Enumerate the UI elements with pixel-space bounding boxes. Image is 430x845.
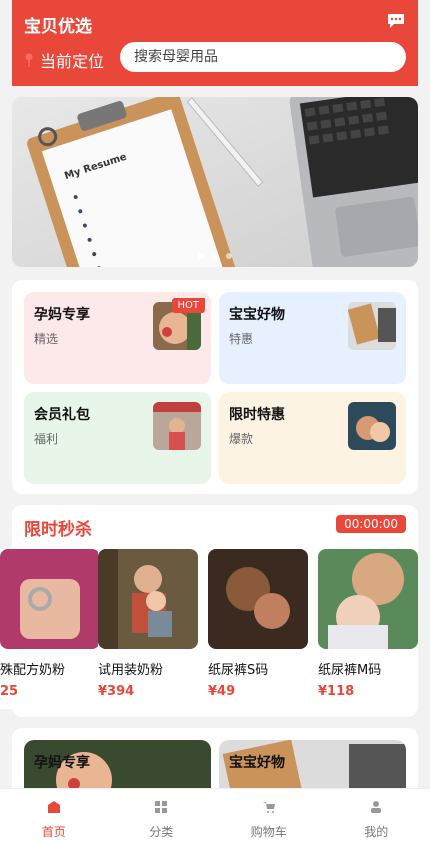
category-grid: 孕妈专享 精选 HOT 宝宝好物 特惠 会员礼包 福利 限时特惠 爆款 xyxy=(12,280,418,494)
promo-card-title: 宝宝好物 xyxy=(229,752,285,772)
banner-image: My Resume xyxy=(12,97,418,267)
category-thumbnail xyxy=(348,402,396,450)
home-icon xyxy=(48,801,60,813)
category-thumbnail xyxy=(153,402,201,450)
tab-label: 首页 xyxy=(0,823,108,840)
category-title: 限时特惠 xyxy=(229,404,285,424)
location-label: 当前定位 xyxy=(40,48,104,72)
tab-category[interactable]: 分类 xyxy=(108,789,216,845)
product-card[interactable]: 殊配方奶粉 25 xyxy=(0,549,100,709)
category-subtitle: 特惠 xyxy=(229,330,253,347)
tab-profile[interactable]: 我的 xyxy=(323,789,430,845)
user-icon xyxy=(370,801,382,813)
app-header: 宝贝优选 当前定位 搜索母婴用品 xyxy=(12,0,418,86)
product-name: 殊配方奶粉 xyxy=(0,659,100,678)
banner-carousel[interactable]: My Resume xyxy=(12,97,418,267)
category-title: 孕妈专享 xyxy=(34,304,90,324)
cart-icon xyxy=(263,801,275,813)
flash-sale-title: 限时秒杀 xyxy=(24,515,92,540)
category-subtitle: 精选 xyxy=(34,330,58,347)
search-input[interactable]: 搜索母婴用品 xyxy=(120,42,406,72)
category-title: 宝宝好物 xyxy=(229,304,285,324)
grid-icon xyxy=(155,801,167,813)
product-price: ¥118 xyxy=(318,684,418,699)
carousel-dot[interactable] xyxy=(212,253,218,259)
product-image xyxy=(0,549,100,649)
tab-label: 分类 xyxy=(108,823,216,840)
hot-badge: HOT xyxy=(172,298,206,313)
product-name: 纸尿裤S码 xyxy=(208,659,308,678)
tab-home[interactable]: 首页 xyxy=(0,789,108,845)
category-flash-deals[interactable]: 限时特惠 爆款 xyxy=(219,392,406,484)
carousel-indicator xyxy=(12,253,418,259)
product-card[interactable]: 纸尿裤S码 ¥49 xyxy=(208,549,308,709)
countdown-timer: 00:00:00 xyxy=(336,515,406,533)
product-card[interactable]: 纸尿裤M码 ¥118 xyxy=(318,549,418,709)
product-image xyxy=(98,549,198,649)
carousel-dot[interactable] xyxy=(226,253,232,259)
location-selector[interactable]: 当前定位 xyxy=(24,48,104,72)
category-subtitle: 福利 xyxy=(34,430,58,447)
bottom-tab-bar: 首页 分类 购物车 我的 xyxy=(0,788,430,845)
location-pin-icon xyxy=(24,53,34,67)
product-name: 纸尿裤M码 xyxy=(318,659,418,678)
product-card[interactable]: 试用装奶粉 ¥394 xyxy=(98,549,198,709)
tab-label: 我的 xyxy=(323,823,430,840)
product-price: ¥49 xyxy=(208,684,308,699)
category-thumbnail xyxy=(348,302,396,350)
promo-card-title: 孕妈专享 xyxy=(34,752,90,772)
category-member-gift[interactable]: 会员礼包 福利 xyxy=(24,392,211,484)
message-icon[interactable] xyxy=(386,12,406,30)
category-title: 会员礼包 xyxy=(34,404,90,424)
flash-sale-section: 限时秒杀 00:00:00 殊配方奶粉 25 试用装奶粉 ¥394 纸尿裤S码 … xyxy=(12,505,418,717)
category-maternity[interactable]: 孕妈专享 精选 HOT xyxy=(24,292,211,384)
product-name: 试用装奶粉 xyxy=(98,659,198,678)
product-image xyxy=(208,549,308,649)
tab-label: 购物车 xyxy=(215,823,323,840)
product-price: 25 xyxy=(0,684,100,699)
product-price: ¥394 xyxy=(98,684,198,699)
category-baby-goods[interactable]: 宝宝好物 特惠 xyxy=(219,292,406,384)
carousel-dot[interactable] xyxy=(198,253,204,259)
app-title: 宝贝优选 xyxy=(24,12,92,37)
category-subtitle: 爆款 xyxy=(229,430,253,447)
product-image xyxy=(318,549,418,649)
tab-cart[interactable]: 购物车 xyxy=(215,789,323,845)
